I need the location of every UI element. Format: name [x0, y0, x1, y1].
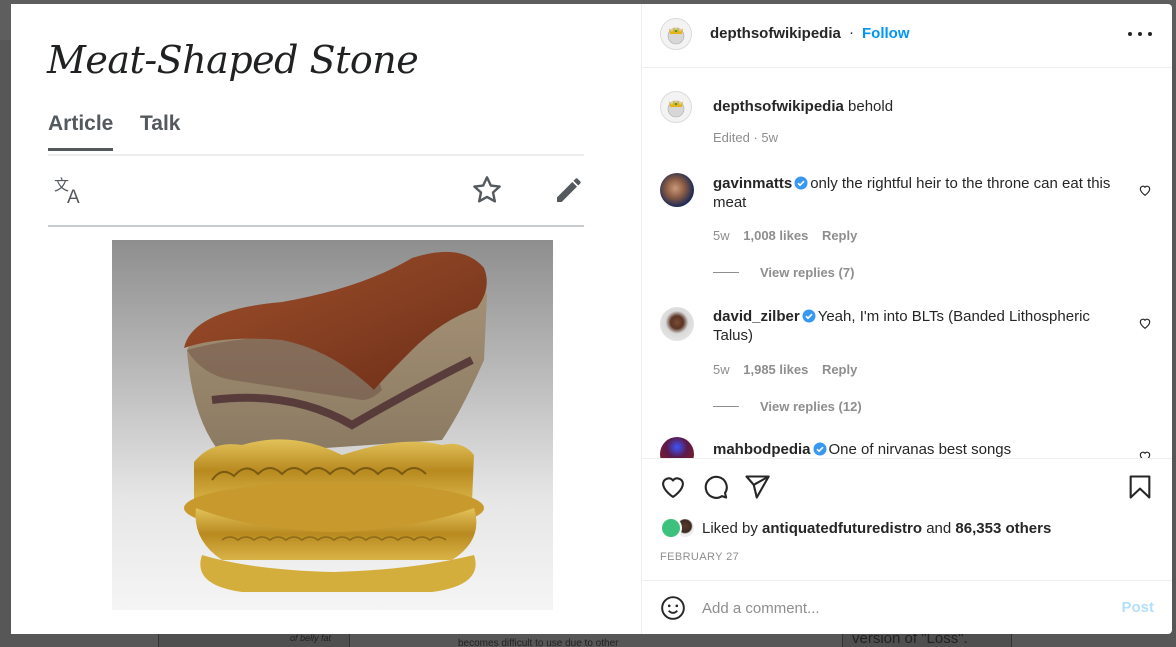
liker-avatar: [660, 517, 682, 539]
comment-text: david_zilber Yeah, I'm into BLTs (Banded …: [713, 307, 1128, 345]
comment-text: mahbodpedia One of nirvanas best songs: [713, 440, 1128, 458]
verified-badge-icon: [802, 309, 816, 323]
comment-likes[interactable]: 1,008 likes: [743, 228, 808, 243]
view-replies-label[interactable]: View replies (12): [760, 399, 862, 414]
commenter-avatar[interactable]: [660, 307, 694, 341]
add-comment-input[interactable]: [702, 596, 1082, 620]
background-text: of belly fat: [290, 633, 332, 643]
commenter-avatar[interactable]: [660, 173, 694, 207]
replies-divider: [713, 272, 739, 273]
background-text: becomes difficult to use due to other: [458, 638, 619, 647]
emoji-smiley-icon[interactable]: [660, 595, 686, 621]
author-avatar[interactable]: [660, 91, 692, 123]
verified-badge-icon: [813, 442, 827, 456]
comment-like-heart-icon[interactable]: [1138, 449, 1152, 458]
comment-username[interactable]: mahbodpedia: [713, 441, 811, 458]
caption-username[interactable]: depthsofwikipedia: [713, 98, 844, 115]
comment-meta: 5w 1,985 likes Reply: [713, 362, 867, 377]
post-comment-button[interactable]: Post: [1121, 599, 1154, 616]
comment-bubble-icon[interactable]: [701, 473, 729, 501]
liked-by-row: Liked by antiquatedfuturedistro and 86,3…: [660, 517, 1051, 539]
meat-shaped-stone-image: [112, 240, 553, 610]
tab-article: Article: [48, 112, 114, 151]
view-replies-label[interactable]: View replies (7): [760, 265, 854, 280]
likes-count[interactable]: 86,353 others: [955, 520, 1051, 537]
post-actions: Liked by antiquatedfuturedistro and 86,3…: [642, 458, 1172, 582]
comment-like-heart-icon[interactable]: [1138, 183, 1152, 197]
wiki-article-title: Meat-Shaped Stone: [47, 38, 419, 82]
post-header: depthsofwikipedia · Follow: [642, 4, 1172, 68]
liked-by-username[interactable]: antiquatedfuturedistro: [762, 520, 922, 537]
verified-badge-icon: [794, 176, 808, 190]
comment-meta: 5w 1,008 likes Reply: [713, 228, 867, 243]
caption-meta: Edited · 5w: [713, 130, 779, 145]
caption-text: depthsofwikipedia behold: [713, 97, 1128, 116]
post-modal: Meat-Shaped Stone Article Talk 文A depths…: [11, 4, 1172, 634]
caption-body: behold: [848, 98, 894, 115]
comment-username[interactable]: gavinmatts: [713, 175, 792, 192]
view-replies-button[interactable]: View replies (7): [713, 265, 854, 280]
star-icon: [469, 172, 505, 208]
comment-age: 5w: [713, 362, 730, 377]
liked-by-and: and: [926, 519, 952, 537]
comment-age: 5w: [713, 228, 730, 243]
commenter-avatar[interactable]: [660, 437, 694, 458]
comment-body: One of nirvanas best songs: [828, 441, 1012, 458]
wiki-tabs: Article Talk: [48, 110, 584, 156]
meat-stone-illustration: [184, 251, 487, 592]
comment-text: gavinmatts only the rightful heir to the …: [713, 174, 1128, 212]
author-username[interactable]: depthsofwikipedia: [710, 25, 841, 42]
replies-divider: [713, 406, 739, 407]
translate-icon: 文A: [52, 172, 88, 208]
post-media: Meat-Shaped Stone Article Talk 文A: [11, 4, 642, 634]
post-date: FEBRUARY 27: [660, 551, 740, 563]
wiki-toolbar: 文A: [48, 156, 584, 227]
tab-talk: Talk: [140, 112, 181, 135]
svg-text:A: A: [67, 187, 80, 205]
more-options-icon[interactable]: [1128, 26, 1152, 42]
reply-button[interactable]: Reply: [822, 228, 857, 243]
reply-button[interactable]: Reply: [822, 362, 857, 377]
pencil-icon: [551, 172, 587, 208]
share-send-icon[interactable]: [743, 473, 771, 501]
comment-username[interactable]: david_zilber: [713, 308, 800, 325]
add-comment-bar: Post: [642, 580, 1172, 634]
comment-likes[interactable]: 1,985 likes: [743, 362, 808, 377]
liked-by-prefix: Liked by: [702, 519, 758, 537]
comment-like-heart-icon[interactable]: [1138, 316, 1152, 330]
follow-button[interactable]: Follow: [862, 25, 910, 42]
separator-dot: ·: [849, 24, 854, 41]
like-heart-icon[interactable]: [659, 473, 687, 501]
post-sidebar: depthsofwikipedia · Follow depthsofwikip…: [642, 4, 1172, 634]
author-avatar[interactable]: [660, 18, 692, 50]
bookmark-save-icon[interactable]: [1126, 473, 1154, 501]
comments-list[interactable]: depthsofwikipedia behold Edited · 5w gav…: [642, 69, 1172, 458]
view-replies-button[interactable]: View replies (12): [713, 399, 862, 414]
